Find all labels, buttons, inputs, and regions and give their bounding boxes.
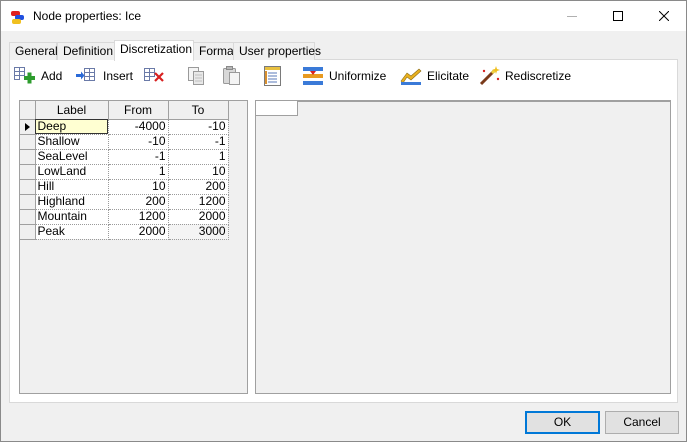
tab-general[interactable]: General: [9, 42, 58, 60]
table-row[interactable]: LowLand 1 10: [20, 163, 229, 180]
row-indicator[interactable]: [20, 223, 36, 240]
table-header-row: Label From To: [20, 101, 229, 120]
add-row-icon: [14, 67, 35, 84]
maximize-icon: [613, 11, 623, 21]
insert-button[interactable]: Insert: [75, 63, 133, 89]
cell-to[interactable]: 10: [167, 163, 229, 180]
cell-label[interactable]: Shallow: [34, 133, 109, 150]
row-indicator[interactable]: [20, 208, 36, 225]
cell-to[interactable]: 2000: [167, 208, 229, 225]
row-indicator[interactable]: [20, 148, 36, 165]
magic-wand-icon: [479, 66, 500, 86]
table-view-button[interactable]: [261, 63, 289, 89]
tab-user-properties[interactable]: User properties: [233, 42, 321, 60]
cell-from[interactable]: -4000: [107, 118, 169, 135]
row-indicator[interactable]: [20, 163, 36, 180]
cell-label[interactable]: LowLand: [34, 163, 109, 180]
row-indicator[interactable]: [20, 118, 36, 135]
insert-row-icon: [76, 68, 95, 81]
add-label: Add: [41, 69, 63, 83]
current-row-arrow-icon: [25, 122, 30, 131]
add-button[interactable]: Add: [13, 63, 62, 89]
row-indicator[interactable]: [20, 133, 36, 150]
row-indicator[interactable]: [20, 193, 36, 210]
elicitate-icon: [400, 68, 422, 85]
cell-from[interactable]: -1: [107, 148, 169, 165]
table-row[interactable]: Peak 2000 3000: [20, 223, 229, 240]
delete-row-icon: [144, 68, 164, 82]
grid-header-cell[interactable]: [256, 101, 298, 116]
table-row[interactable]: Mountain 1200 2000: [20, 208, 229, 225]
table-row[interactable]: Hill 10 200: [20, 178, 229, 195]
table-row[interactable]: Shallow -10 -1: [20, 133, 229, 150]
close-icon: [659, 11, 669, 21]
cell-to[interactable]: 3000: [167, 223, 229, 240]
title-bar[interactable]: Node properties: Ice: [1, 1, 686, 31]
cell-from[interactable]: 1: [107, 163, 169, 180]
uniformize-label: Uniformize: [329, 69, 387, 83]
column-header-label[interactable]: Label: [34, 101, 109, 120]
row-indicator[interactable]: [20, 178, 36, 195]
cell-to[interactable]: 1: [167, 148, 229, 165]
cell-to[interactable]: 1200: [167, 193, 229, 210]
cell-to[interactable]: -10: [167, 118, 229, 135]
paste-icon: [223, 66, 240, 85]
tab-discretization[interactable]: Discretization: [114, 40, 194, 61]
cell-label[interactable]: Deep: [34, 118, 109, 135]
minimize-button[interactable]: [549, 1, 595, 31]
toolbar-separator: [177, 65, 178, 87]
delete-row-button[interactable]: [143, 63, 171, 89]
discretization-grid[interactable]: Label From To Deep -4000 -10 Shallow -10…: [19, 100, 248, 394]
cell-to[interactable]: -1: [167, 133, 229, 150]
dialog-window: Node properties: Ice General Definition …: [0, 0, 687, 442]
uniformize-button[interactable]: Uniformize: [301, 63, 386, 89]
cell-label[interactable]: Peak: [34, 223, 109, 240]
cell-label[interactable]: SeaLevel: [34, 148, 109, 165]
cell-from[interactable]: 200: [107, 193, 169, 210]
table-row[interactable]: SeaLevel -1 1: [20, 148, 229, 165]
elicitate-button[interactable]: Elicitate: [399, 63, 469, 89]
cell-to[interactable]: 200: [167, 178, 229, 195]
cell-from[interactable]: 1200: [107, 208, 169, 225]
cell-label[interactable]: Hill: [34, 178, 109, 195]
minimize-icon: [567, 16, 577, 17]
row-indicator-header: [20, 101, 36, 120]
rediscretize-label: Rediscretize: [505, 69, 572, 83]
ok-button[interactable]: OK: [525, 411, 600, 434]
column-header-to[interactable]: To: [167, 101, 229, 120]
column-header-from[interactable]: From: [107, 101, 169, 120]
toolbar-separator: [253, 65, 254, 87]
cell-label[interactable]: Mountain: [34, 208, 109, 225]
tab-definition[interactable]: Definition: [57, 42, 115, 60]
cancel-button[interactable]: Cancel: [605, 411, 679, 434]
cell-label[interactable]: Highland: [34, 193, 109, 210]
rediscretize-button[interactable]: Rediscretize: [477, 63, 571, 89]
grid-top-border: [256, 101, 670, 102]
uniformize-icon: [303, 67, 323, 85]
close-button[interactable]: [641, 1, 687, 31]
toolbar-separator: [294, 65, 295, 87]
paste-button[interactable]: [220, 63, 248, 89]
states-table: Label From To Deep -4000 -10 Shallow -10…: [20, 101, 229, 240]
tab-format[interactable]: Format: [193, 42, 237, 60]
cell-from[interactable]: -10: [107, 133, 169, 150]
secondary-grid[interactable]: [255, 100, 671, 394]
cell-from[interactable]: 10: [107, 178, 169, 195]
table-row[interactable]: Deep -4000 -10: [20, 118, 229, 135]
maximize-button[interactable]: [595, 1, 641, 31]
copy-button[interactable]: [185, 63, 213, 89]
window-title: Node properties: Ice: [33, 9, 142, 23]
table-row[interactable]: Highland 200 1200: [20, 193, 229, 210]
copy-icon: [188, 67, 204, 85]
insert-label: Insert: [103, 69, 134, 83]
elicitate-label: Elicitate: [427, 69, 470, 83]
spreadsheet-icon: [264, 66, 281, 86]
cell-from[interactable]: 2000: [107, 223, 169, 240]
app-network-icon: [10, 9, 26, 25]
